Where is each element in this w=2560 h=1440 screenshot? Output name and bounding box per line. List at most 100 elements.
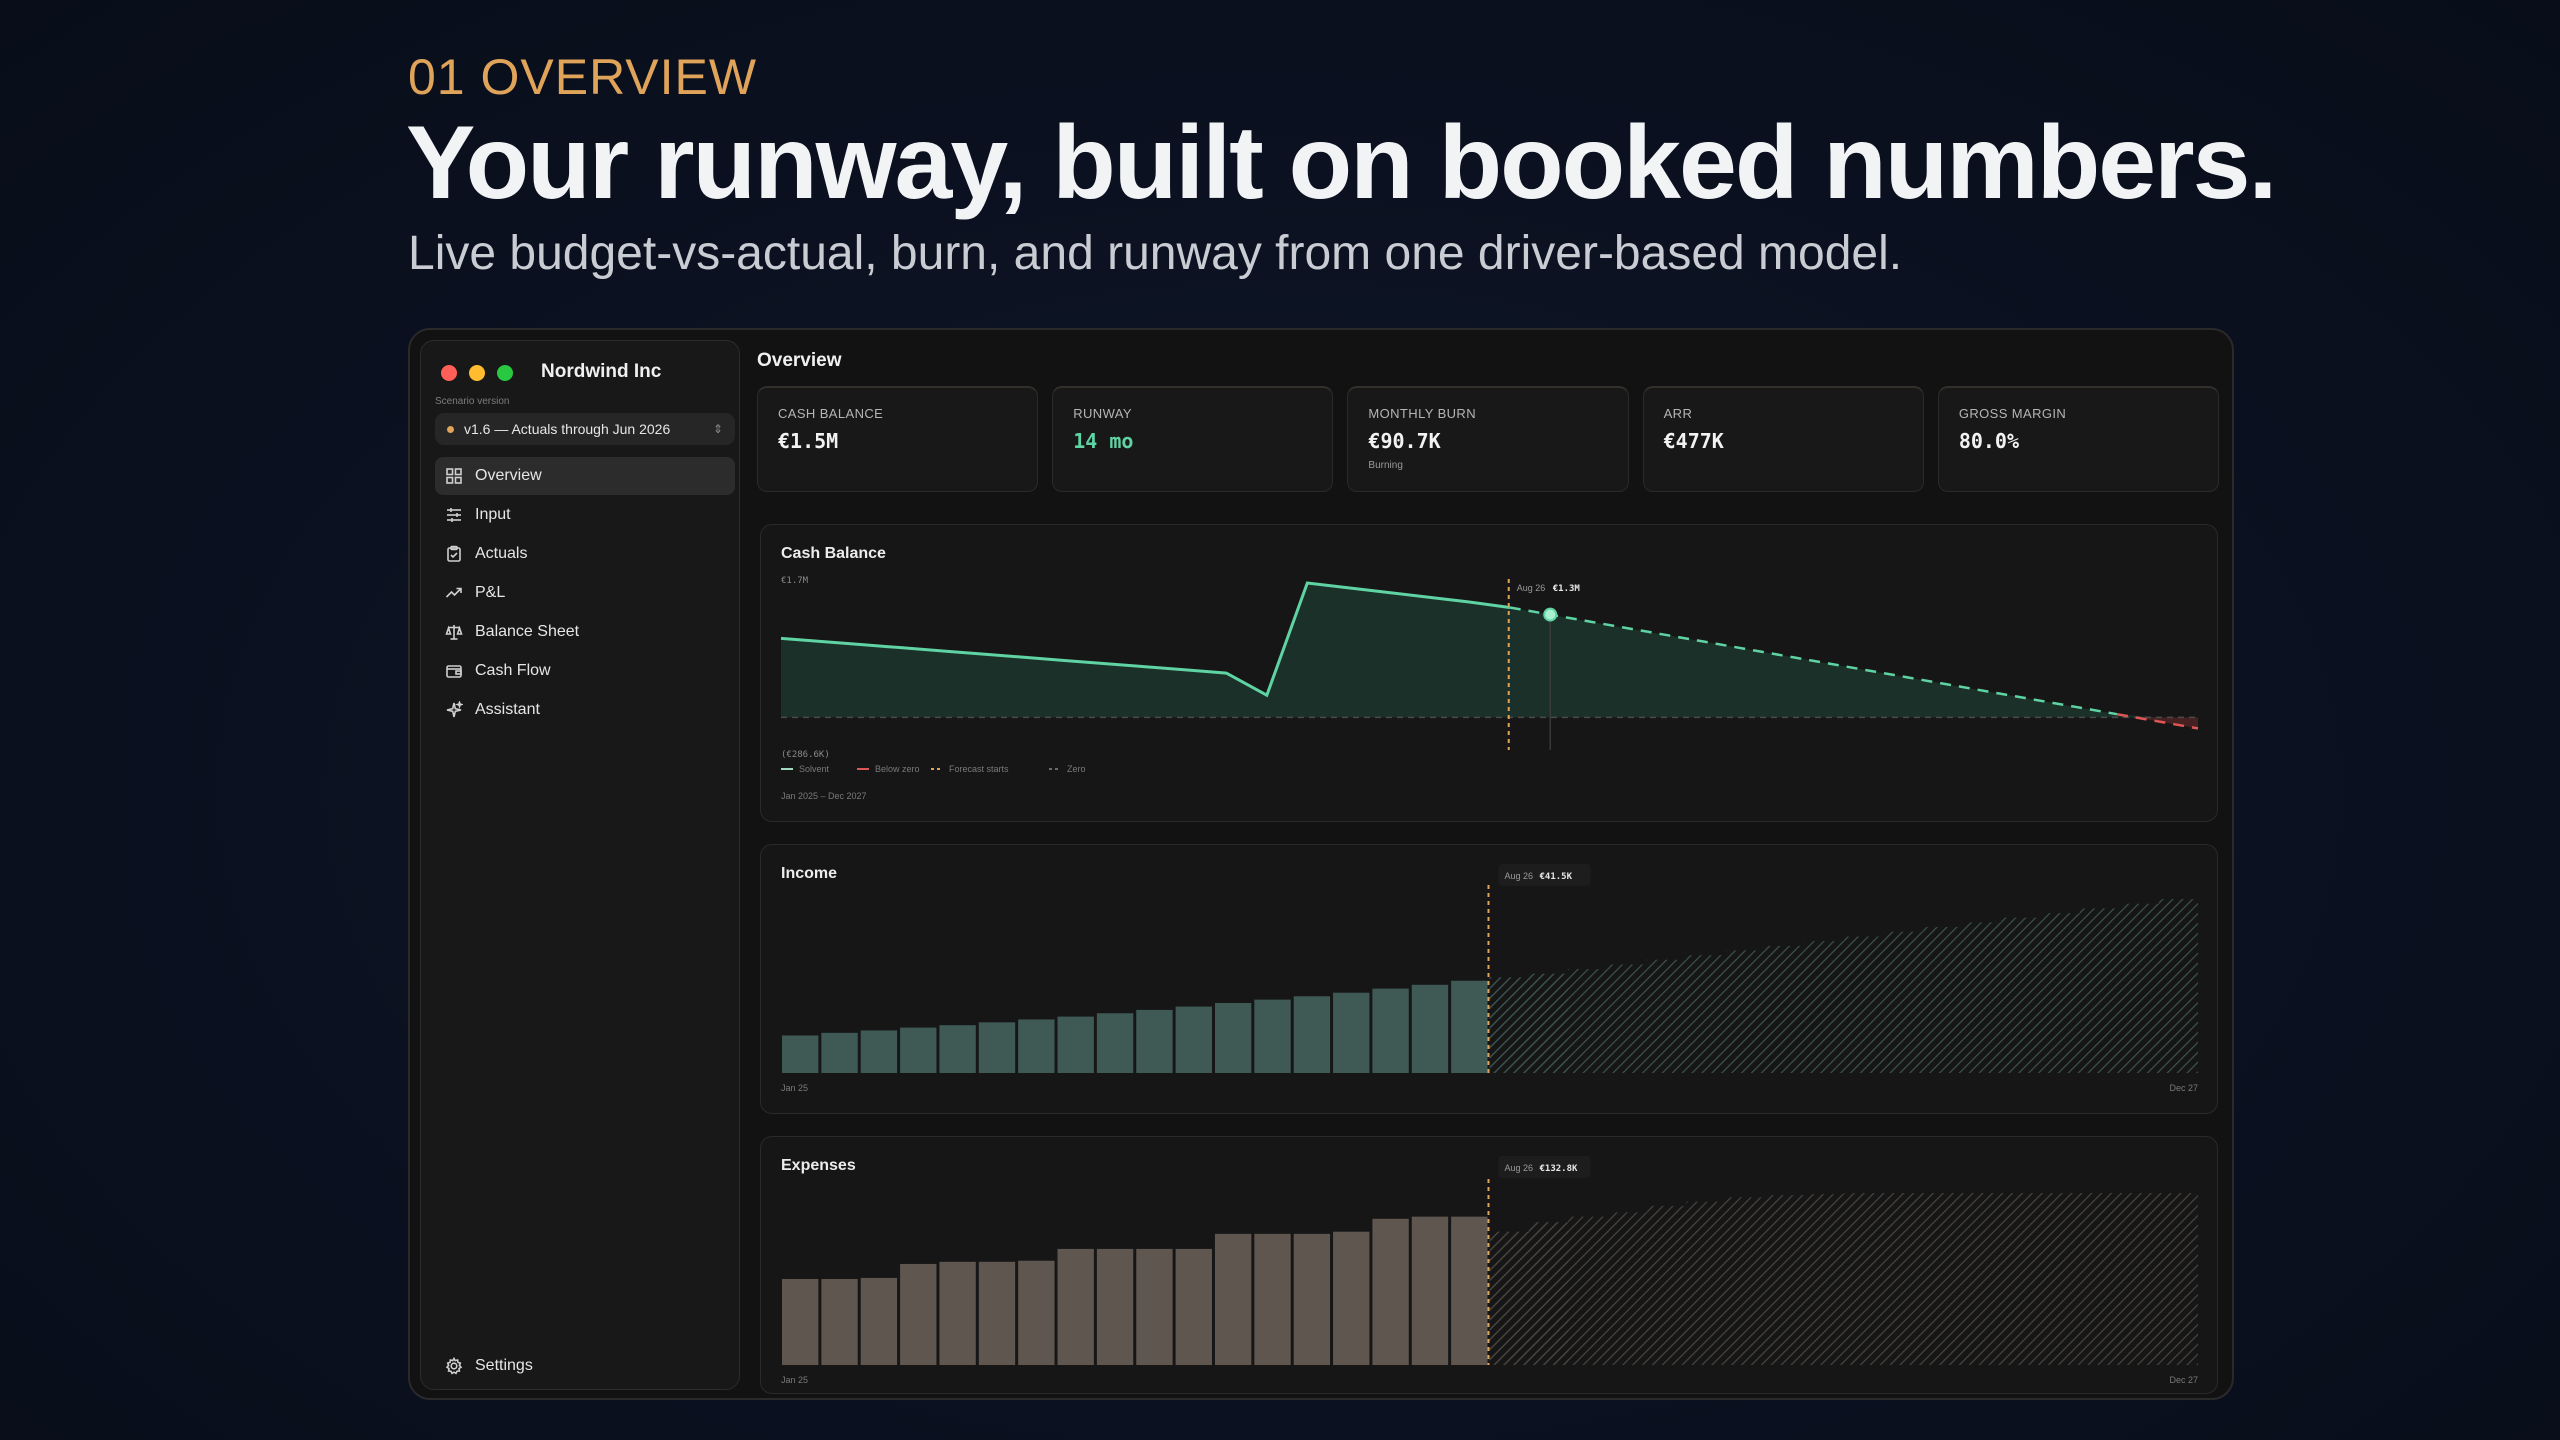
scenario-select[interactable]: v1.6 — Actuals through Jun 2026 ⇕	[435, 413, 735, 445]
bar	[978, 1022, 1016, 1073]
sidebar-item-actuals[interactable]: Actuals	[435, 535, 735, 573]
sidebar: Nordwind Inc Scenario version v1.6 — Act…	[420, 340, 740, 1390]
sidebar-item-label: Actuals	[475, 545, 528, 562]
settings-label: Settings	[475, 1357, 533, 1374]
forecast-bar-highlight	[1528, 973, 1569, 1073]
sidebar-item-overview[interactable]: Overview	[435, 457, 735, 495]
income-chart[interactable]: Aug 26 €41.5K Jan 25 Dec 27	[761, 845, 2219, 1115]
kpi-value: 80.0%	[1958, 429, 2020, 453]
sidebar-item-settings[interactable]: Settings	[445, 1357, 533, 1375]
sidebar-item-label: P&L	[475, 584, 506, 601]
bar	[900, 1027, 937, 1073]
window-controls	[441, 365, 513, 381]
bar	[1372, 988, 1409, 1073]
company-name: Nordwind Inc	[541, 361, 662, 382]
date-range-label: Jan 2025 – Dec 2027	[781, 791, 867, 801]
hero-subline: Live budget-vs-actual, burn, and runway …	[408, 227, 1903, 280]
close-window-button[interactable]	[441, 365, 457, 381]
sidebar-item-input[interactable]: Input	[435, 496, 735, 534]
sidebar-item-assistant[interactable]: Assistant	[435, 691, 735, 729]
forecast-bar-highlight	[1489, 977, 1529, 1073]
bar	[1411, 984, 1449, 1073]
forecast-bar-highlight	[1489, 1231, 1529, 1365]
sidebar-item-label: Balance Sheet	[475, 623, 580, 640]
legend-label: Zero	[1067, 764, 1086, 774]
bar	[860, 1030, 898, 1073]
kpi-label: ARR	[1663, 406, 1693, 421]
tooltip-value: €1.3M	[1553, 584, 1581, 594]
tooltip-date: Aug 26	[1505, 871, 1534, 881]
grid-icon	[446, 468, 462, 484]
bar	[1057, 1248, 1094, 1365]
forecast-bars	[1489, 899, 2198, 1073]
kpi-value: 14 mo	[1073, 429, 1134, 453]
bar	[1136, 1009, 1173, 1073]
kpi-row: CASH BALANCE €1.5M RUNWAY 14 mo MONTHLY …	[757, 386, 2220, 492]
bar	[1451, 1216, 1488, 1365]
kpi-value: €1.5M	[778, 429, 839, 453]
income-card: Income Aug 26 €41.5K Jan 25 Dec 27	[760, 844, 2218, 1114]
bar	[1333, 1231, 1370, 1365]
bar	[1333, 992, 1370, 1073]
x-axis-end-label: Dec 27	[2169, 1375, 2198, 1385]
expenses-chart[interactable]: Aug 26 €132.8K Jan 25 Dec 27	[761, 1137, 2219, 1395]
app-window: Nordwind Inc Scenario version v1.6 — Act…	[408, 328, 2234, 1400]
kpi-card-cash-balance: CASH BALANCE €1.5M	[757, 386, 1039, 492]
legend-label: Solvent	[799, 764, 830, 774]
sidebar-item-label: Input	[475, 506, 511, 523]
scale-icon	[445, 625, 463, 640]
legend-label: Forecast starts	[949, 764, 1009, 774]
bar	[1254, 999, 1291, 1073]
bar	[1175, 1006, 1212, 1073]
hero-headline: Your runway, built on booked numbers.	[406, 105, 2277, 221]
kpi-value: €477K	[1663, 429, 1724, 453]
kpi-label: RUNWAY	[1073, 406, 1132, 421]
wallet-icon	[446, 665, 462, 678]
tooltip-value: €132.8K	[1540, 1164, 1579, 1174]
solvent-area	[781, 583, 2198, 718]
y-axis-top-label: €1.7M	[781, 576, 809, 586]
bar	[1411, 1216, 1449, 1365]
forecast-bars	[1489, 1193, 2198, 1365]
sidebar-item-balance-sheet[interactable]: Balance Sheet	[435, 613, 735, 651]
bar	[782, 1035, 819, 1073]
expenses-card: Expenses Aug 26 €132.8K Jan 25 Dec 27	[760, 1136, 2218, 1394]
hover-point	[1543, 607, 1558, 622]
bar	[860, 1277, 898, 1365]
bar	[939, 1025, 976, 1073]
x-axis-start-label: Jan 25	[781, 1375, 808, 1385]
cash-balance-card: Cash Balance €1.7M Aug 26 €1.3M (€286.6K) So…	[760, 524, 2218, 822]
kpi-card-monthly-burn: MONTHLY BURN €90.7K Burning	[1347, 386, 1629, 492]
x-axis-end-label: Dec 27	[2169, 1083, 2198, 1093]
sidebar-item-label: Assistant	[475, 701, 540, 718]
cash-balance-chart[interactable]: €1.7M Aug 26 €1.3M (€286.6K) Solvent Below ze…	[761, 525, 2219, 823]
kpi-card-gross-margin: GROSS MARGIN 80.0%	[1937, 386, 2220, 492]
legend-label: Below zero	[875, 764, 920, 774]
kpi-label: MONTHLY BURN	[1368, 406, 1477, 421]
hero-eyebrow: 01 OVERVIEW	[408, 49, 758, 105]
bar	[1214, 1002, 1252, 1073]
kpi-value: €90.7K	[1368, 429, 1441, 453]
kpi-subtext: Burning	[1368, 460, 1403, 471]
kpi-label: GROSS MARGIN	[1958, 406, 2067, 421]
tooltip-date: Aug 26	[1517, 583, 1546, 593]
tooltip-value: €41.5K	[1540, 872, 1573, 882]
sidebar-item-pnl[interactable]: P&L	[435, 574, 735, 612]
page-title: Overview	[757, 350, 842, 371]
sliders-icon	[447, 508, 461, 522]
bar	[1451, 980, 1488, 1073]
kpi-card-runway: RUNWAY 14 mo	[1052, 386, 1334, 492]
tooltip-date: Aug 26	[1505, 1163, 1534, 1173]
forecast-bar-highlight	[1528, 1222, 1569, 1365]
bar	[1018, 1260, 1055, 1365]
bar	[1057, 1016, 1094, 1073]
maximize-window-button[interactable]	[497, 365, 513, 381]
minimize-window-button[interactable]	[469, 365, 485, 381]
bar	[1136, 1248, 1173, 1365]
bar	[1293, 1233, 1331, 1365]
sidebar-item-cash-flow[interactable]: Cash Flow	[435, 652, 735, 690]
bar	[1293, 996, 1331, 1073]
chevron-updown-icon: ⇕	[712, 422, 723, 436]
bar	[939, 1261, 976, 1365]
scenario-value: v1.6 — Actuals through Jun 2026	[464, 421, 671, 437]
